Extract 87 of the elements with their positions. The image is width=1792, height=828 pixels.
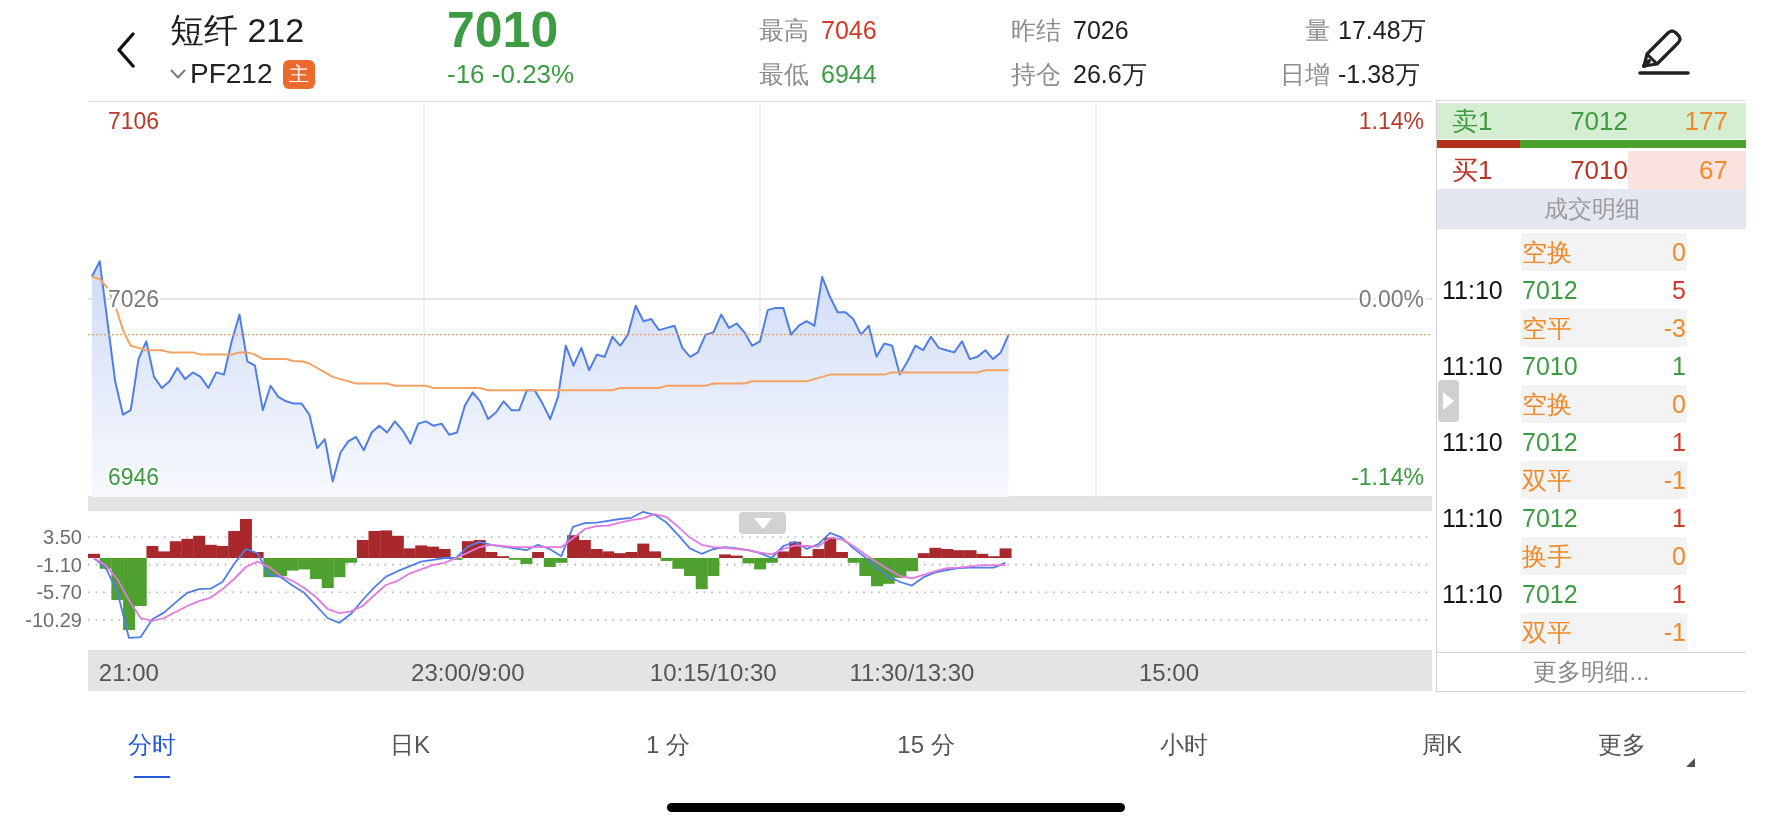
percent-axis-label: 1.14% bbox=[1358, 108, 1424, 134]
histogram-bar bbox=[380, 530, 393, 558]
detail-header: 成交明细 bbox=[1437, 189, 1746, 229]
last-price: 7010 bbox=[447, 10, 559, 50]
stat-value: 7046 bbox=[821, 15, 877, 45]
main-contract-badge: 主 bbox=[282, 59, 315, 89]
stat-value: 6944 bbox=[821, 59, 877, 89]
time-axis-label: 21:00 bbox=[98, 659, 159, 686]
stat-label: 日增 bbox=[1279, 58, 1330, 90]
stat-value: 17.48万 bbox=[1338, 14, 1426, 46]
bid-volume: 67 bbox=[1628, 151, 1746, 189]
chevron-left-icon bbox=[116, 32, 136, 68]
time-axis-label: 15:00 bbox=[1139, 659, 1200, 686]
ask-price: 7012 bbox=[1570, 105, 1628, 137]
selected-underline bbox=[134, 776, 170, 778]
period-tab[interactable]: 周K bbox=[1416, 730, 1468, 760]
trade-type: 空换 bbox=[1522, 388, 1572, 420]
period-tab[interactable]: 日K bbox=[384, 730, 436, 760]
price-axis-label: 6946 bbox=[108, 464, 160, 490]
macd-axis-label: 3.50 bbox=[43, 526, 82, 548]
stat-label: 昨结 bbox=[1011, 14, 1061, 46]
trade-type: 空换 bbox=[1522, 236, 1572, 268]
period-tab[interactable]: 小时 bbox=[1154, 730, 1214, 760]
trade-time: 11:10 bbox=[1442, 275, 1503, 305]
trade-volume: 5 bbox=[1672, 275, 1686, 305]
time-axis-label: 23:00/9:00 bbox=[411, 659, 525, 686]
edit-button[interactable] bbox=[1636, 26, 1692, 76]
histogram-bar bbox=[894, 558, 907, 578]
position-change: 0 bbox=[1672, 541, 1686, 571]
caret-down-icon bbox=[753, 517, 772, 529]
corner-triangle-icon bbox=[1686, 758, 1695, 767]
price-axis-label: 7106 bbox=[108, 108, 160, 134]
histogram-bar bbox=[941, 549, 954, 558]
time-axis-label: 11:30/13:30 bbox=[849, 659, 975, 686]
position-change: -1 bbox=[1663, 617, 1686, 647]
position-change: 0 bbox=[1672, 237, 1686, 267]
stat-label: 最低 bbox=[759, 58, 809, 90]
percent-axis-label: 0.00% bbox=[1358, 286, 1424, 312]
ask-volume: 177 bbox=[1684, 105, 1729, 137]
histogram-bar bbox=[181, 538, 194, 558]
position-change: 0 bbox=[1672, 389, 1686, 419]
indicator-toggle-handle[interactable] bbox=[739, 512, 786, 534]
time-axis-label: 10:15/10:30 bbox=[649, 659, 777, 686]
stat-value: 7026 bbox=[1073, 15, 1129, 45]
bid-price: 7010 bbox=[1570, 154, 1628, 186]
macd-axis-label: -5.70 bbox=[36, 581, 82, 604]
trade-time: 11:10 bbox=[1442, 579, 1503, 609]
percent-axis-label: -1.14% bbox=[1351, 464, 1424, 490]
caret-right-icon bbox=[1443, 392, 1454, 410]
trade-type: 双平 bbox=[1522, 464, 1572, 496]
trade-price: 7012 bbox=[1522, 427, 1578, 457]
histogram-bar bbox=[415, 545, 428, 558]
trade-volume: 1 bbox=[1672, 579, 1686, 609]
position-change: -1 bbox=[1663, 465, 1686, 495]
trade-price: 7012 bbox=[1522, 275, 1578, 305]
period-tab[interactable]: 15 分 bbox=[891, 730, 961, 760]
position-change: -3 bbox=[1663, 313, 1686, 343]
panel-collapse-handle[interactable] bbox=[1438, 380, 1459, 422]
trade-time: 11:10 bbox=[1442, 351, 1503, 381]
trade-price: 7010 bbox=[1522, 351, 1578, 381]
period-tab[interactable]: 1 分 bbox=[640, 730, 696, 760]
stat-value: 26.6万 bbox=[1073, 58, 1147, 90]
chevron-down-icon bbox=[170, 69, 186, 79]
stat-value: -1.38万 bbox=[1338, 58, 1420, 90]
ask-label: 卖1 bbox=[1451, 104, 1493, 138]
stat-label: 持仓 bbox=[1011, 58, 1061, 90]
macd-axis-label: -1.10 bbox=[36, 553, 82, 576]
trade-price: 7012 bbox=[1522, 503, 1578, 533]
price-change: -16 -0.23% bbox=[447, 58, 575, 91]
contract-title: 短纤 212 bbox=[170, 10, 305, 50]
pencil-icon bbox=[1636, 26, 1692, 76]
contract-selector[interactable]: PF212 bbox=[170, 57, 273, 91]
bid-label: 买1 bbox=[1451, 153, 1493, 187]
stat-label: 最高 bbox=[759, 14, 809, 46]
period-tab[interactable]: 分时 bbox=[122, 730, 182, 778]
stat-label: 量 bbox=[1304, 14, 1330, 46]
trade-type: 空平 bbox=[1522, 312, 1572, 344]
trade-time: 11:10 bbox=[1442, 427, 1503, 457]
macd-axis-label: -10.29 bbox=[25, 608, 82, 631]
trade-type: 双平 bbox=[1522, 616, 1572, 648]
trade-price: 7012 bbox=[1522, 579, 1578, 609]
trade-volume: 1 bbox=[1672, 351, 1686, 381]
more-menu-tab[interactable]: 更多 bbox=[1598, 730, 1695, 767]
trade-volume: 1 bbox=[1672, 503, 1686, 533]
trade-volume: 1 bbox=[1672, 427, 1686, 457]
trade-time: 11:10 bbox=[1442, 503, 1503, 533]
trade-type: 换手 bbox=[1522, 540, 1572, 572]
